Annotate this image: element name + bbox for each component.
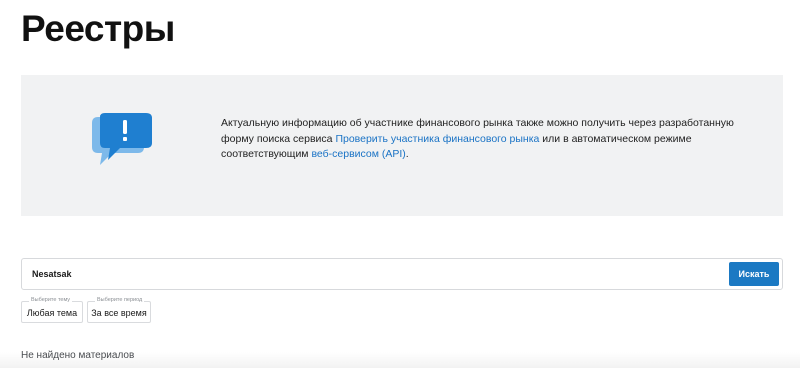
period-filter[interactable]: Выберите период За все время [87,297,151,323]
topic-filter[interactable]: Выберите тему Любая тема [21,297,83,323]
exclamation-speech-bubble-icon [92,113,152,165]
info-text-after: . [405,148,409,160]
no-results-message: Не найдено материалов [21,350,135,361]
search-button[interactable]: Искать [729,262,779,286]
search-input[interactable] [22,259,722,289]
search-bar: Искать [21,258,783,290]
info-banner: Актуальную информацию об участнике финан… [21,75,783,216]
topic-filter-caption: Выберите тему [29,297,73,303]
page-title: Реестры [21,8,175,49]
period-filter-value: За все время [91,308,147,318]
info-text: Актуальную информацию об участнике финан… [221,116,741,163]
topic-filter-value: Любая тема [26,308,78,318]
check-participant-link[interactable]: Проверить участника финансового рынка [335,133,539,145]
period-filter-caption: Выберите период [95,297,145,303]
web-service-api-link[interactable]: веб-сервисом (API) [311,148,405,160]
